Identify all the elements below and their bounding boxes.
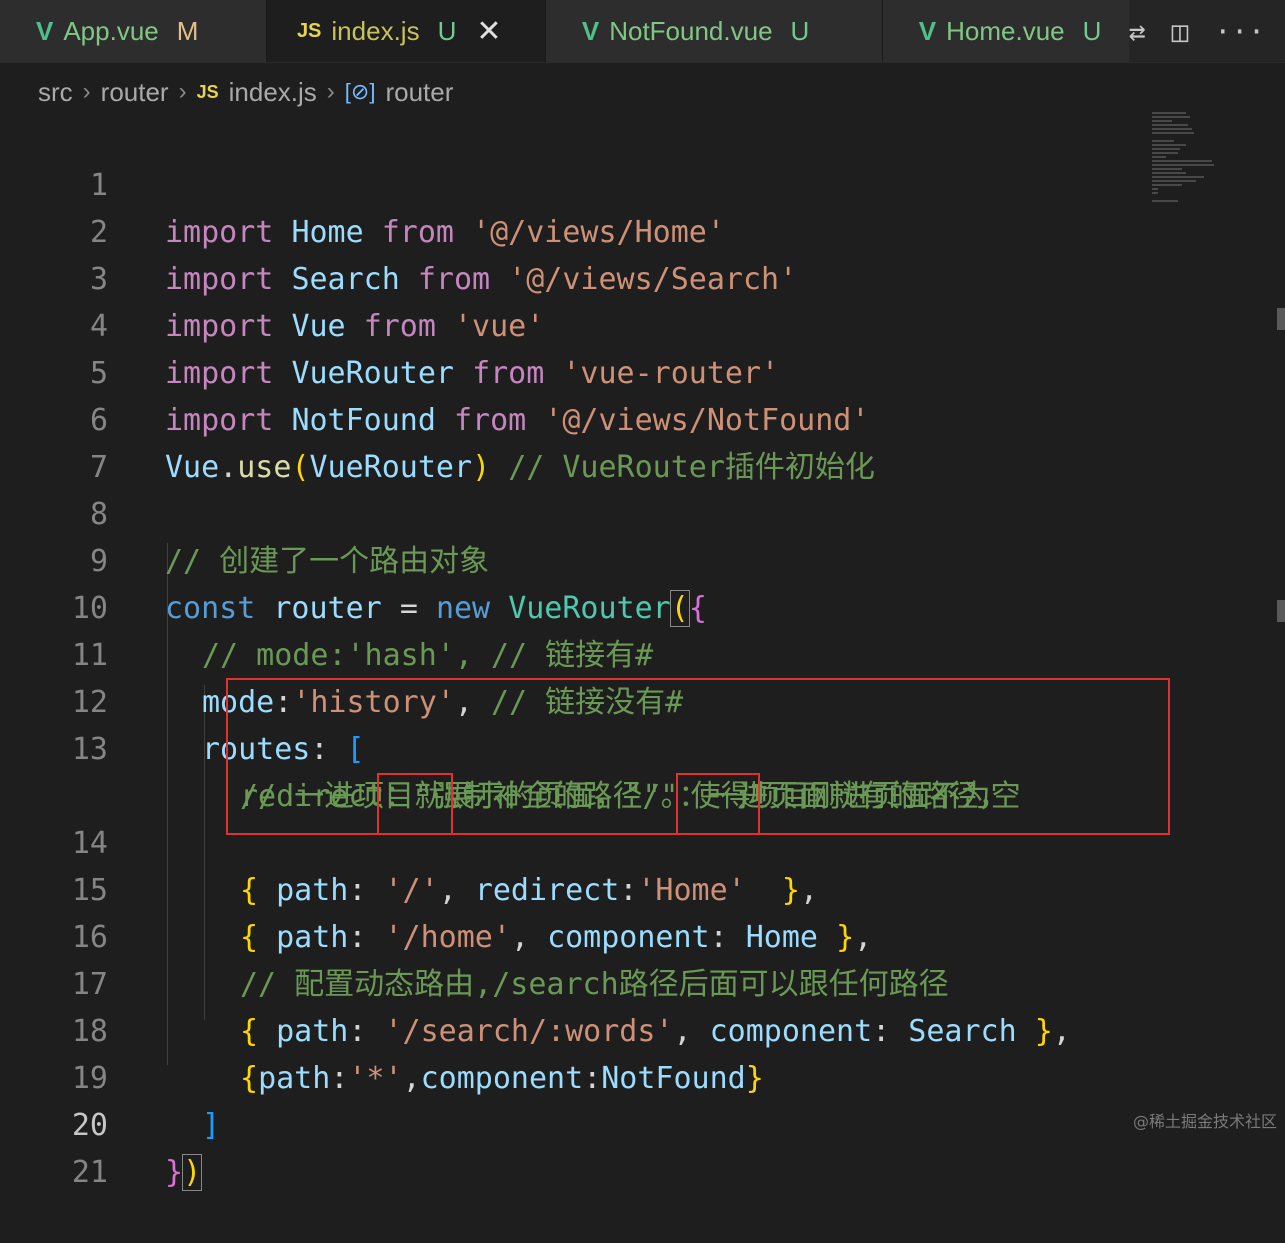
vue-file-icon: V: [36, 15, 54, 46]
code-line: 8 // 创建了一个路由对象: [0, 444, 1150, 579]
code-line: 9 const router = new VueRouter({: [0, 491, 1150, 627]
code-editor[interactable]: 1 import Home from '@/views/Home' 2 impo…: [0, 115, 1285, 1191]
code-line-current: 20 }): [0, 1055, 1150, 1191]
editor-actions: ⇄ ◫ ···: [1129, 0, 1285, 62]
chevron-right-icon: ›: [82, 78, 91, 105]
breadcrumb-item-src[interactable]: src: [38, 77, 73, 108]
breadcrumb-item-file[interactable]: index.js: [229, 77, 317, 108]
git-status-badge: M: [176, 15, 199, 46]
code-line: 18 {path:'*',component:NotFound}: [0, 961, 1150, 1096]
vue-file-icon: V: [918, 15, 937, 46]
code-line: 10 // mode:'hash', // 链接有#: [0, 538, 1150, 673]
tab-label: Home.vue: [946, 15, 1065, 46]
vue-file-icon: V: [581, 15, 600, 46]
git-status-badge: U: [1082, 15, 1102, 46]
code-line: 19 ]: [0, 1008, 1150, 1143]
code-line: 12 routes: [: [0, 632, 1150, 767]
js-file-icon: JS: [296, 19, 322, 42]
watermark: @稀土掘金技术社区: [1132, 1112, 1277, 1131]
editor-tab-bar: V App.vue M JS index.js U ✕ V NotFound.v…: [0, 0, 1285, 63]
js-file-icon: JS: [196, 81, 219, 102]
tab-app-vue[interactable]: V App.vue M: [0, 0, 267, 62]
code-line: 11 mode:'history', // 链接没有#: [0, 585, 1150, 720]
breadcrumb-item-symbol[interactable]: router: [385, 77, 453, 108]
code-line: 15 { path: '/home', component: Home },: [0, 820, 1150, 955]
scrollbar-marker: [1277, 600, 1285, 622]
line-number: 21: [71, 1155, 108, 1190]
code-line-wrap: redirect："强制补全的路径"。使得项目刚进页面不为空: [240, 779, 1021, 814]
code-line: 13 // 一进项目就展示的页面，"/"：一进页面就有的路径，: [0, 679, 1150, 814]
compare-changes-icon[interactable]: ⇄: [1129, 15, 1146, 48]
git-status-badge: U: [437, 15, 457, 46]
code-line: 3 import Vue from 'vue': [0, 209, 1150, 344]
split-editor-icon[interactable]: ◫: [1172, 15, 1189, 48]
minimap[interactable]: [1152, 112, 1242, 212]
close-icon[interactable]: ✕: [476, 14, 501, 49]
breadcrumb: src › router › JS index.js › [⊘] router: [38, 72, 453, 112]
code-line: 5 import NotFound from '@/views/NotFound…: [0, 303, 1150, 438]
chevron-right-icon: ›: [326, 78, 335, 105]
tab-label: NotFound.vue: [609, 15, 773, 46]
tab-index-js[interactable]: JS index.js U ✕: [266, 0, 546, 62]
more-actions-icon[interactable]: ···: [1214, 15, 1265, 48]
code-line: 2 import Search from '@/views/Search': [0, 162, 1150, 297]
tab-label: App.vue: [63, 15, 159, 46]
code-line: 1 import Home from '@/views/Home': [0, 115, 1150, 250]
breadcrumb-item-router-folder[interactable]: router: [101, 77, 169, 108]
tab-notfound-vue[interactable]: V NotFound.vue U: [545, 0, 883, 62]
code-line: 4 import VueRouter from 'vue-router': [0, 256, 1150, 391]
tab-home-vue[interactable]: V Home.vue U: [882, 0, 1129, 62]
code-line: 17 { path: '/search/:words', component: …: [0, 914, 1150, 1049]
code-line: 16 // 配置动态路由,/search路径后面可以跟任何路径: [0, 867, 1150, 1002]
code-line: 6 Vue.use(VueRouter) // VueRouter插件初始化: [0, 350, 1150, 485]
symbol-variable-icon: [⊘]: [344, 79, 376, 104]
tab-label: index.js: [331, 15, 420, 46]
git-status-badge: U: [790, 15, 810, 46]
code-line: 7: [0, 397, 1150, 485]
code-line: 14 { path: '/', redirect:'Home' },: [0, 773, 1150, 908]
chevron-right-icon: ›: [178, 78, 187, 105]
code-line: 21: [0, 1102, 1150, 1190]
scrollbar-marker: [1277, 308, 1285, 330]
